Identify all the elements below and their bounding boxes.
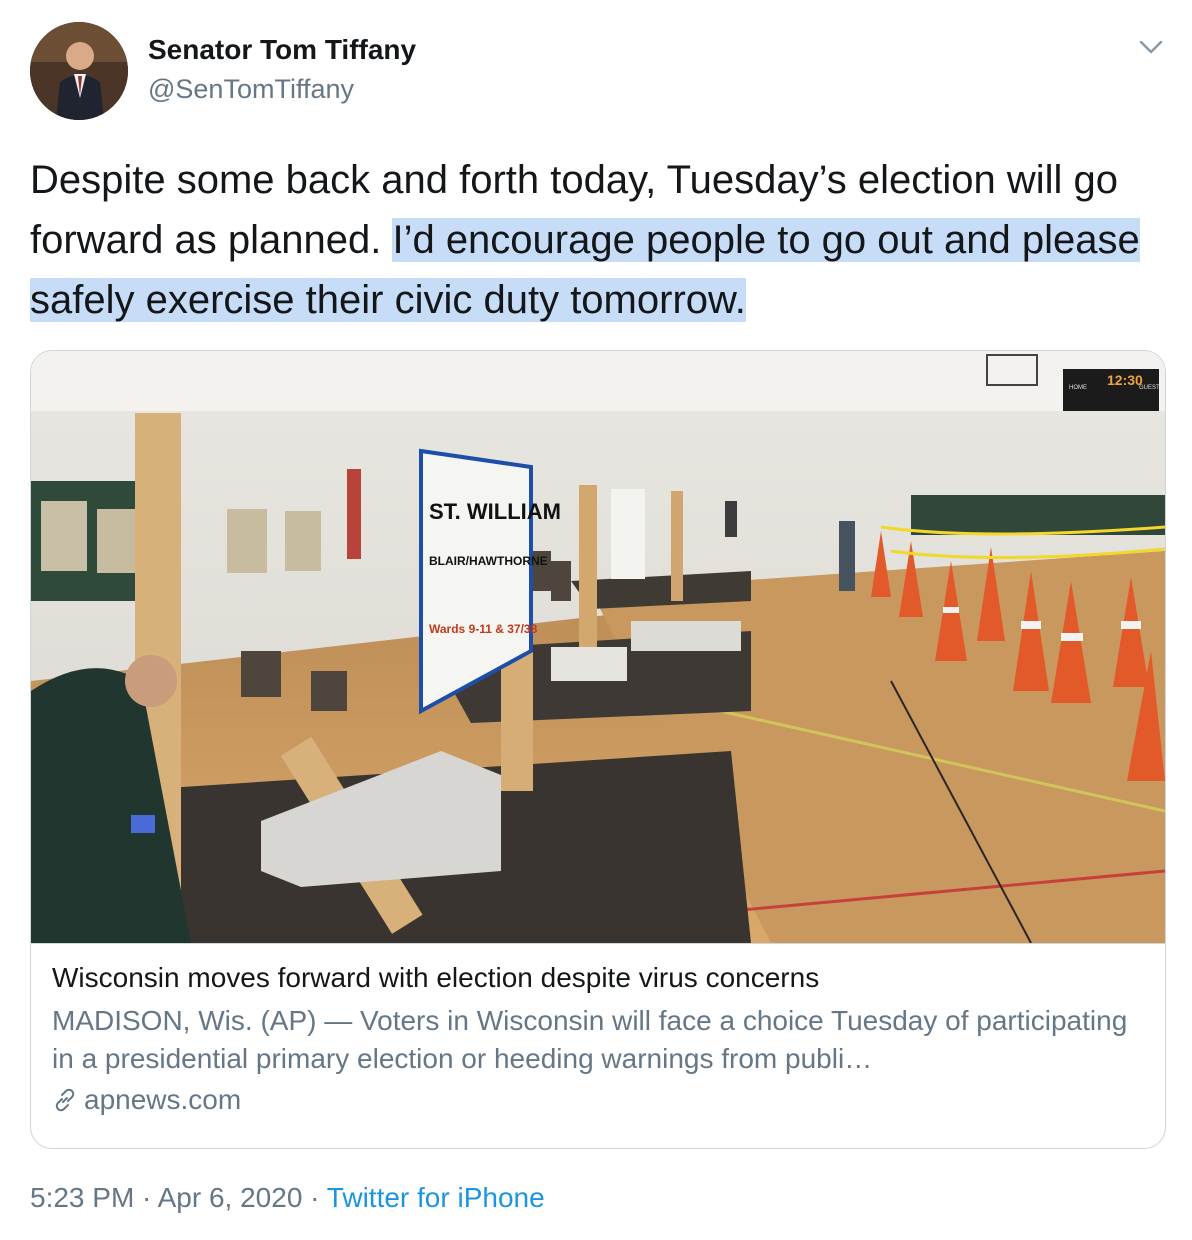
link-icon — [55, 1088, 75, 1112]
precinct-sign-sub: BLAIR/HAWTHORNE — [429, 554, 548, 568]
chevron-down-icon — [1139, 40, 1163, 54]
scoreboard-home: HOME — [1069, 385, 1087, 391]
card-title[interactable]: Wisconsin moves forward with election de… — [52, 962, 819, 994]
link-card[interactable]: 12:30 HOME GUEST ST. WILLIAM BLAIR/HAWTH… — [30, 350, 1166, 1149]
scoreboard-time: 12:30 — [1107, 372, 1143, 388]
gym-polling-place-photo: 12:30 HOME GUEST ST. WILLIAM BLAIR/HAWTH… — [31, 351, 1165, 944]
card-description: MADISON, Wis. (AP) — Voters in Wisconsin… — [52, 1005, 1128, 1074]
card-body[interactable]: Wisconsin moves forward with election de… — [31, 943, 1165, 1148]
tweet-time[interactable]: 5:23 PM — [30, 1182, 134, 1213]
precinct-sign: ST. WILLIAM — [429, 499, 561, 524]
avatar[interactable] — [30, 22, 128, 120]
avatar-photo — [30, 22, 128, 120]
author-handle[interactable]: @SenTomTiffany — [148, 74, 354, 105]
tweet-source-link[interactable]: Twitter for iPhone — [327, 1182, 545, 1213]
card-image: 12:30 HOME GUEST ST. WILLIAM BLAIR/HAWTH… — [31, 351, 1165, 944]
scoreboard-guest: GUEST — [1139, 385, 1160, 391]
more-options-button[interactable] — [1134, 32, 1168, 62]
meta-separator-2: · — [302, 1182, 327, 1213]
author-name[interactable]: Senator Tom Tiffany — [148, 34, 416, 66]
meta-separator: · — [134, 1182, 158, 1213]
card-domain-text[interactable]: apnews.com — [84, 1084, 241, 1116]
tweet-meta: 5:23 PM · Apr 6, 2020 · Twitter for iPho… — [30, 1182, 545, 1214]
card-domain[interactable]: apnews.com — [52, 1084, 241, 1116]
tweet-text: Despite some back and forth today, Tuesd… — [30, 150, 1180, 330]
tweet-date[interactable]: Apr 6, 2020 — [158, 1182, 303, 1213]
wards-label: Wards 9-11 & 37/38 — [429, 622, 538, 636]
